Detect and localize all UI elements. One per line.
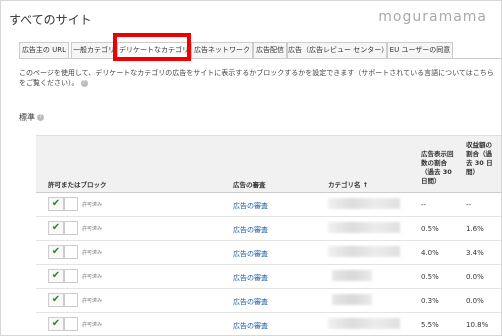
check-icon[interactable]: ✔ [48,245,64,259]
tab-ad-serving[interactable]: 広告配信 [253,42,287,58]
review-link[interactable]: 広告の審査 [233,201,268,211]
review-link[interactable]: 広告の審査 [233,273,268,283]
toggle-slider[interactable] [64,221,78,235]
impressions-value: 5.5% [421,321,439,329]
content-frame: すべてのサイト moguramama 広告主の URL 一般カテゴリ デリケート… [0,0,502,336]
impressions-value: 0.5% [421,273,439,281]
tab-ad-review-center[interactable]: 広告（広告レビュー センター） [287,42,387,58]
review-link[interactable]: 広告の審査 [233,249,268,259]
check-icon[interactable]: ✔ [48,293,64,307]
blurred-category [328,222,400,233]
status-text: 許可済み [82,250,103,256]
blurred-category [328,246,400,257]
check-icon[interactable]: ✔ [48,317,64,331]
col-earnings: 収益額の割合（過去 30 日間） [466,141,493,176]
col-review: 広告の審査 [233,181,266,189]
blurred-category [332,270,372,281]
status-text: 許可済み [82,226,103,232]
tab-ad-network[interactable]: 広告ネットワーク [191,42,253,58]
category-table: 許可またはブロック 広告の審査 カテゴリ名 ↑ 広告表示回数の割合（過去 30 … [36,135,501,335]
tab-bar: 広告主の URL 一般カテゴリ デリケートなカテゴリ 広告ネットワーク 広告配信… [19,42,501,59]
description: このページを使用して、デリケートなカテゴリの広告をサイトに表示するかブロックする… [19,68,494,88]
status-text: 許可済み [82,274,103,280]
table-row: ✔ 許可済み 広告の審査 0.3% 0.0% [36,289,501,313]
col-impressions: 広告表示回数の割合（過去 30 日間） [421,150,454,185]
help-icon[interactable]: ? [80,79,88,87]
earnings-value: 10.8% [466,321,489,329]
impressions-value: 0.3% [421,297,439,305]
table-row: ✔ 許可済み 広告の審査 0.5% 1.6% [36,217,501,241]
highlight-box [113,33,191,61]
earnings-value: 0.0% [466,273,484,281]
help-icon[interactable]: ? [37,114,44,121]
earnings-value: 3.4% [466,249,484,257]
blurred-category [332,294,372,305]
toggle-slider[interactable] [64,317,78,331]
toggle-slider[interactable] [64,293,78,307]
check-icon[interactable]: ✔ [48,221,64,235]
check-icon[interactable]: ✔ [48,197,64,211]
section-title-text: 標準 [19,113,35,122]
toggle-slider[interactable] [64,245,78,259]
tab-eu-consent[interactable]: EU ユーザーの同意 [387,42,453,58]
earnings-value: -- [466,201,472,209]
table-row: ✔ 許可済み 広告の審査 0.5% 0.0% [36,265,501,289]
status-text: 許可済み [82,202,103,208]
toggle-slider[interactable] [64,197,78,211]
section-title: 標準? [19,112,44,123]
status-text: 許可済み [82,322,103,328]
earnings-value: 0.0% [466,297,484,305]
watermark: moguramama [378,9,487,25]
review-link[interactable]: 広告の審査 [233,225,268,235]
impressions-value: -- [421,201,427,209]
status-text: 許可済み [82,298,103,304]
tab-advertiser-url[interactable]: 広告主の URL [19,42,69,58]
impressions-value: 4.0% [421,249,439,257]
col-allow-block: 許可またはブロック [48,181,107,189]
page-title: すべてのサイト [9,13,92,27]
table-row: ✔ 許可済み 広告の審査 4.0% 3.4% [36,241,501,265]
review-link[interactable]: 広告の審査 [233,321,268,331]
blurred-category [328,198,400,209]
check-icon[interactable]: ✔ [48,269,64,283]
table-header: 許可またはブロック 広告の審査 カテゴリ名 ↑ 広告表示回数の割合（過去 30 … [36,135,501,193]
toggle-slider[interactable] [64,269,78,283]
tab-general-category[interactable]: 一般カテゴリ [71,42,117,58]
table-row: ✔ 許可済み 広告の審査 5.5% 10.8% [36,313,501,335]
impressions-value: 0.5% [421,225,439,233]
blurred-category [328,318,400,329]
table-row: ✔ 許可済み 広告の審査 -- -- [36,193,501,217]
earnings-value: 1.6% [466,225,484,233]
col-category-sort[interactable]: カテゴリ名 ↑ [328,181,368,190]
description-text: このページを使用して、デリケートなカテゴリの広告をサイトに表示するかブロックする… [19,69,494,87]
review-link[interactable]: 広告の審査 [233,297,268,307]
